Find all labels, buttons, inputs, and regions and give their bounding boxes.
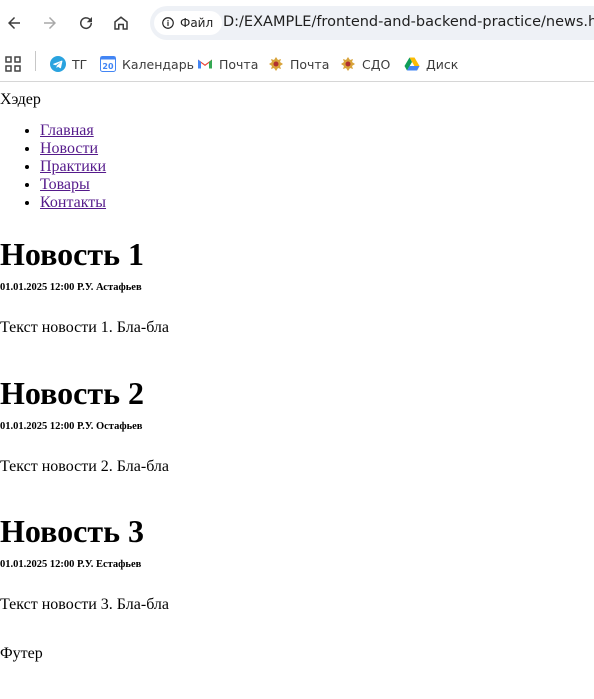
nav-link-home[interactable]: Главная	[40, 122, 94, 139]
home-button[interactable]	[107, 9, 135, 37]
news-title: Новость 3	[0, 513, 144, 549]
page-footer: Футер	[0, 645, 43, 662]
site-info-label: Файл	[180, 16, 214, 30]
bookmark-label: СДО	[362, 56, 391, 72]
browser-toolbar: Файл D:/EXAMPLE/frontend-and-backend-pra…	[0, 0, 594, 46]
page-header: Хэдер	[0, 91, 41, 108]
apps-grid-icon	[5, 56, 21, 72]
news-article: Новость 2 01.01.2025 12:00 Р.У. Остафьев…	[0, 375, 594, 475]
arrow-right-icon	[44, 17, 56, 29]
news-article: Новость 3 01.01.2025 12:00 Р.У. Естафьев…	[0, 513, 594, 613]
nav-link-news[interactable]: Новости	[40, 140, 98, 157]
nav-link-practices[interactable]: Практики	[40, 158, 106, 175]
bookmark-label: Календарь	[122, 56, 194, 72]
url-text[interactable]: D:/EXAMPLE/frontend-and-backend-practice…	[223, 14, 594, 30]
emblem-icon	[269, 57, 283, 71]
nav-item-practices: Практики	[40, 158, 106, 176]
forward-button[interactable]	[36, 9, 64, 37]
news-text: Текст новости 3. Бла-бла	[0, 596, 170, 613]
bookmark-label: ТГ	[72, 56, 88, 72]
info-icon	[162, 17, 174, 29]
nav-item-news: Новости	[40, 140, 106, 158]
nav-item-contacts: Контакты	[40, 194, 106, 212]
bookmark-label: Почта	[219, 56, 259, 72]
svg-text:20: 20	[102, 62, 114, 71]
bookmark-label: Почта	[290, 56, 330, 72]
bookmark-calendar[interactable]: 20 Календарь	[100, 54, 194, 74]
reload-button[interactable]	[72, 9, 100, 37]
main-nav: Главная Новости Практики Товары Контакты	[0, 122, 106, 212]
news-meta: 01.01.2025 12:00 Р.У. Астафьев	[0, 282, 142, 293]
bookmarks-divider	[35, 51, 36, 71]
telegram-icon	[50, 56, 66, 72]
emblem-icon	[341, 57, 355, 71]
arrow-left-icon	[8, 17, 20, 29]
reload-icon	[80, 17, 93, 30]
news-title: Новость 2	[0, 375, 144, 411]
nav-item-home: Главная	[40, 122, 106, 140]
chrome-bottom-border	[0, 81, 594, 82]
news-article: Новость 1 01.01.2025 12:00 Р.У. Астафьев…	[0, 236, 594, 336]
bookmark-label: Диск	[426, 56, 459, 72]
nav-link-contacts[interactable]: Контакты	[40, 194, 106, 211]
calendar-icon: 20	[100, 56, 116, 72]
bookmark-sdo[interactable]: СДО	[340, 54, 390, 74]
news-text: Текст новости 2. Бла-бла	[0, 458, 170, 475]
nav-link-products[interactable]: Товары	[40, 176, 90, 193]
bookmarks-bar: ТГ 20 Календарь Почта Почта СДО Диск	[0, 46, 594, 81]
nav-item-products: Товары	[40, 176, 106, 194]
bookmark-gmail[interactable]: Почта	[197, 54, 258, 74]
drive-icon	[404, 57, 420, 71]
news-text: Текст новости 1. Бла-бла	[0, 319, 170, 336]
news-title: Новость 1	[0, 236, 144, 272]
back-button[interactable]	[0, 9, 28, 37]
bookmark-drive[interactable]: Диск	[404, 54, 458, 74]
site-info-chip[interactable]: Файл	[154, 11, 223, 35]
news-meta: 01.01.2025 12:00 Р.У. Естафьев	[0, 559, 142, 570]
bookmark-mail-2[interactable]: Почта	[268, 54, 329, 74]
browser-chrome: Файл D:/EXAMPLE/frontend-and-backend-pra…	[0, 0, 594, 82]
home-icon	[114, 16, 128, 30]
address-bar[interactable]: Файл D:/EXAMPLE/frontend-and-backend-pra…	[150, 6, 594, 40]
bookmark-tg[interactable]: ТГ	[50, 54, 87, 74]
news-meta: 01.01.2025 12:00 Р.У. Остафьев	[0, 421, 143, 432]
apps-button[interactable]	[5, 54, 21, 74]
gmail-icon	[198, 59, 212, 69]
